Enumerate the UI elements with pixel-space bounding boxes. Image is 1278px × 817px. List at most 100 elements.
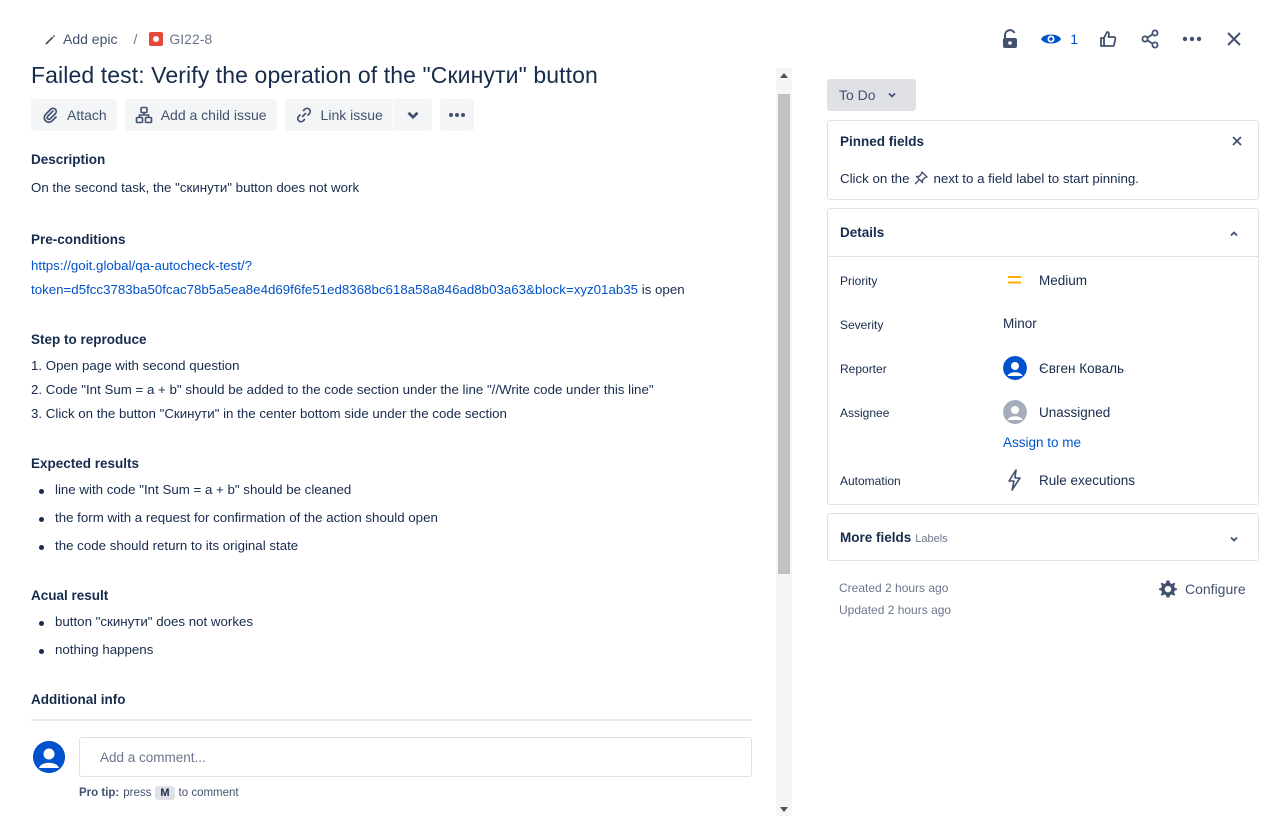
issue-toolbar: Attach Add a child issue Link issue	[31, 99, 482, 131]
automation-field[interactable]: Rule executions	[1003, 469, 1135, 491]
restrictions-button[interactable]	[994, 26, 1026, 52]
share-icon	[1141, 29, 1159, 49]
breadcrumb-separator: /	[133, 31, 138, 47]
pinned-hint-after: next to a field label to start pinning.	[933, 170, 1139, 186]
details-panel: Details Priority Medium Severity Minor R…	[827, 208, 1259, 505]
bug-icon	[149, 32, 164, 46]
more-fields-panel[interactable]: More fields Labels	[827, 513, 1259, 561]
issue-key: GI22-8	[169, 31, 213, 47]
scroll-up-arrow[interactable]	[780, 73, 788, 78]
scroll-thumb[interactable]	[778, 94, 790, 574]
preconditions-suffix: is open	[638, 282, 685, 297]
status-dropdown[interactable]: To Do	[827, 79, 916, 111]
assign-to-me-link[interactable]: Assign to me	[1003, 435, 1081, 450]
paperclip-icon	[43, 107, 58, 124]
eye-icon	[1041, 34, 1062, 44]
priority-medium-icon	[1008, 276, 1021, 284]
pencil-icon	[45, 34, 55, 44]
actual-item: nothing happens	[38, 642, 154, 657]
reporter-value: Євген Коваль	[1039, 360, 1125, 376]
pro-tip-label: Pro tip:	[79, 787, 120, 799]
priority-label: Priority	[840, 274, 878, 288]
pinned-fields-title: Pinned fields	[840, 134, 925, 149]
add-epic-link[interactable]: Add epic	[44, 31, 117, 47]
more-fields-header: More fields Labels	[840, 530, 948, 545]
configure-button[interactable]: Configure	[1158, 579, 1246, 599]
expected-item: the form with a request for confirmation…	[39, 510, 438, 525]
more-fields-subtitle: Labels	[915, 533, 948, 545]
severity-field[interactable]: Minor	[1003, 316, 1037, 331]
actual-heading: Acual result	[31, 588, 109, 603]
comment-input[interactable]: Add a comment...	[79, 737, 752, 777]
severity-label: Severity	[840, 318, 884, 332]
preconditions-link-line1[interactable]: https://goit.global/qa-autocheck-test/?	[31, 258, 252, 273]
pinned-fields-hint: Click on the next to a field label to st…	[840, 170, 1139, 186]
watch-button[interactable]: 1	[1036, 26, 1082, 52]
breadcrumb: Add epic / GI22-8	[44, 28, 212, 50]
link-issue-dropdown[interactable]	[393, 99, 432, 131]
close-icon[interactable]	[1230, 134, 1244, 148]
status-label: To Do	[839, 87, 876, 103]
more-icon	[1182, 36, 1202, 42]
issue-title[interactable]: Failed test: Verify the operation of the…	[31, 60, 753, 90]
scroll-down-arrow[interactable]	[780, 807, 788, 812]
avatar	[33, 741, 65, 773]
automation-value: Rule executions	[1039, 472, 1136, 488]
created-timestamp: Created 2 hours ago	[839, 581, 949, 595]
pro-tip-press: press	[123, 787, 152, 799]
more-fields-title: More fields	[840, 530, 912, 545]
gear-icon	[1159, 580, 1177, 598]
attach-button[interactable]: Attach	[31, 99, 117, 131]
add-child-issue-button[interactable]: Add a child issue	[124, 99, 277, 131]
assignee-field[interactable]: Unassigned	[1003, 400, 1110, 424]
priority-field[interactable]: Medium	[1003, 272, 1087, 288]
reporter-field[interactable]: Євген Коваль	[1003, 356, 1124, 380]
more-toolbar-button[interactable]	[439, 99, 474, 131]
expected-heading: Expected results	[31, 456, 140, 471]
add-child-issue-label: Add a child issue	[160, 107, 267, 123]
assignee-label: Assignee	[840, 406, 890, 420]
lock-icon	[1003, 29, 1018, 48]
more-actions-button[interactable]	[1176, 26, 1208, 52]
preconditions-link-line2[interactable]: token=d5fcc3783ba50fcac78b5a5ea8e4d69f6f…	[31, 282, 638, 297]
updated-timestamp: Updated 2 hours ago	[839, 603, 952, 617]
more-icon	[448, 113, 465, 117]
shortcut-key: M	[155, 786, 175, 800]
unassigned-avatar	[1003, 400, 1027, 424]
steps-heading: Step to reproduce	[31, 332, 147, 347]
chevron-down-icon	[887, 92, 896, 98]
automation-label: Automation	[840, 474, 901, 488]
chevron-down-icon	[407, 111, 419, 120]
actual-item: button "скинути" does not workes	[38, 614, 254, 629]
watch-count: 1	[1070, 31, 1078, 47]
scrollbar[interactable]	[776, 68, 792, 816]
preconditions-heading: Pre-conditions	[31, 232, 126, 247]
description-heading: Description	[31, 152, 106, 167]
link-issue-group: Link issue	[284, 99, 432, 131]
pin-icon	[914, 171, 929, 185]
attach-label: Attach	[67, 107, 107, 123]
issue-main: Failed test: Verify the operation of the…	[31, 60, 753, 707]
close-button[interactable]	[1218, 26, 1250, 52]
avatar	[1003, 356, 1027, 380]
link-issue-label: Link issue	[320, 107, 383, 123]
pinned-fields-panel: Pinned fields Click on the next to a fie…	[827, 120, 1259, 200]
details-title: Details	[840, 225, 885, 240]
priority-value: Medium	[1039, 272, 1088, 288]
chevron-up-icon	[1230, 231, 1238, 237]
link-issue-button[interactable]: Link issue	[284, 99, 393, 131]
configure-label: Configure	[1185, 581, 1246, 597]
share-button[interactable]	[1134, 26, 1166, 52]
step-item: 1. Open page with second question	[31, 358, 240, 373]
issue-key-link[interactable]: GI22-8	[149, 31, 212, 47]
expected-item: line with code "Int Sum = a + b" should …	[38, 482, 352, 497]
details-header[interactable]: Details	[828, 209, 1258, 257]
preconditions-line2: token=d5fcc3783ba50fcac78b5a5ea8e4d69f6f…	[31, 282, 685, 297]
issue-actions: 1	[984, 26, 1250, 52]
vote-button[interactable]	[1092, 26, 1124, 52]
divider	[31, 719, 752, 721]
lightning-icon	[1008, 469, 1021, 491]
chevron-down-icon	[1230, 536, 1238, 542]
description-text: On the second task, the "скинути" button…	[31, 180, 360, 195]
thumbs-up-icon	[1100, 31, 1117, 47]
